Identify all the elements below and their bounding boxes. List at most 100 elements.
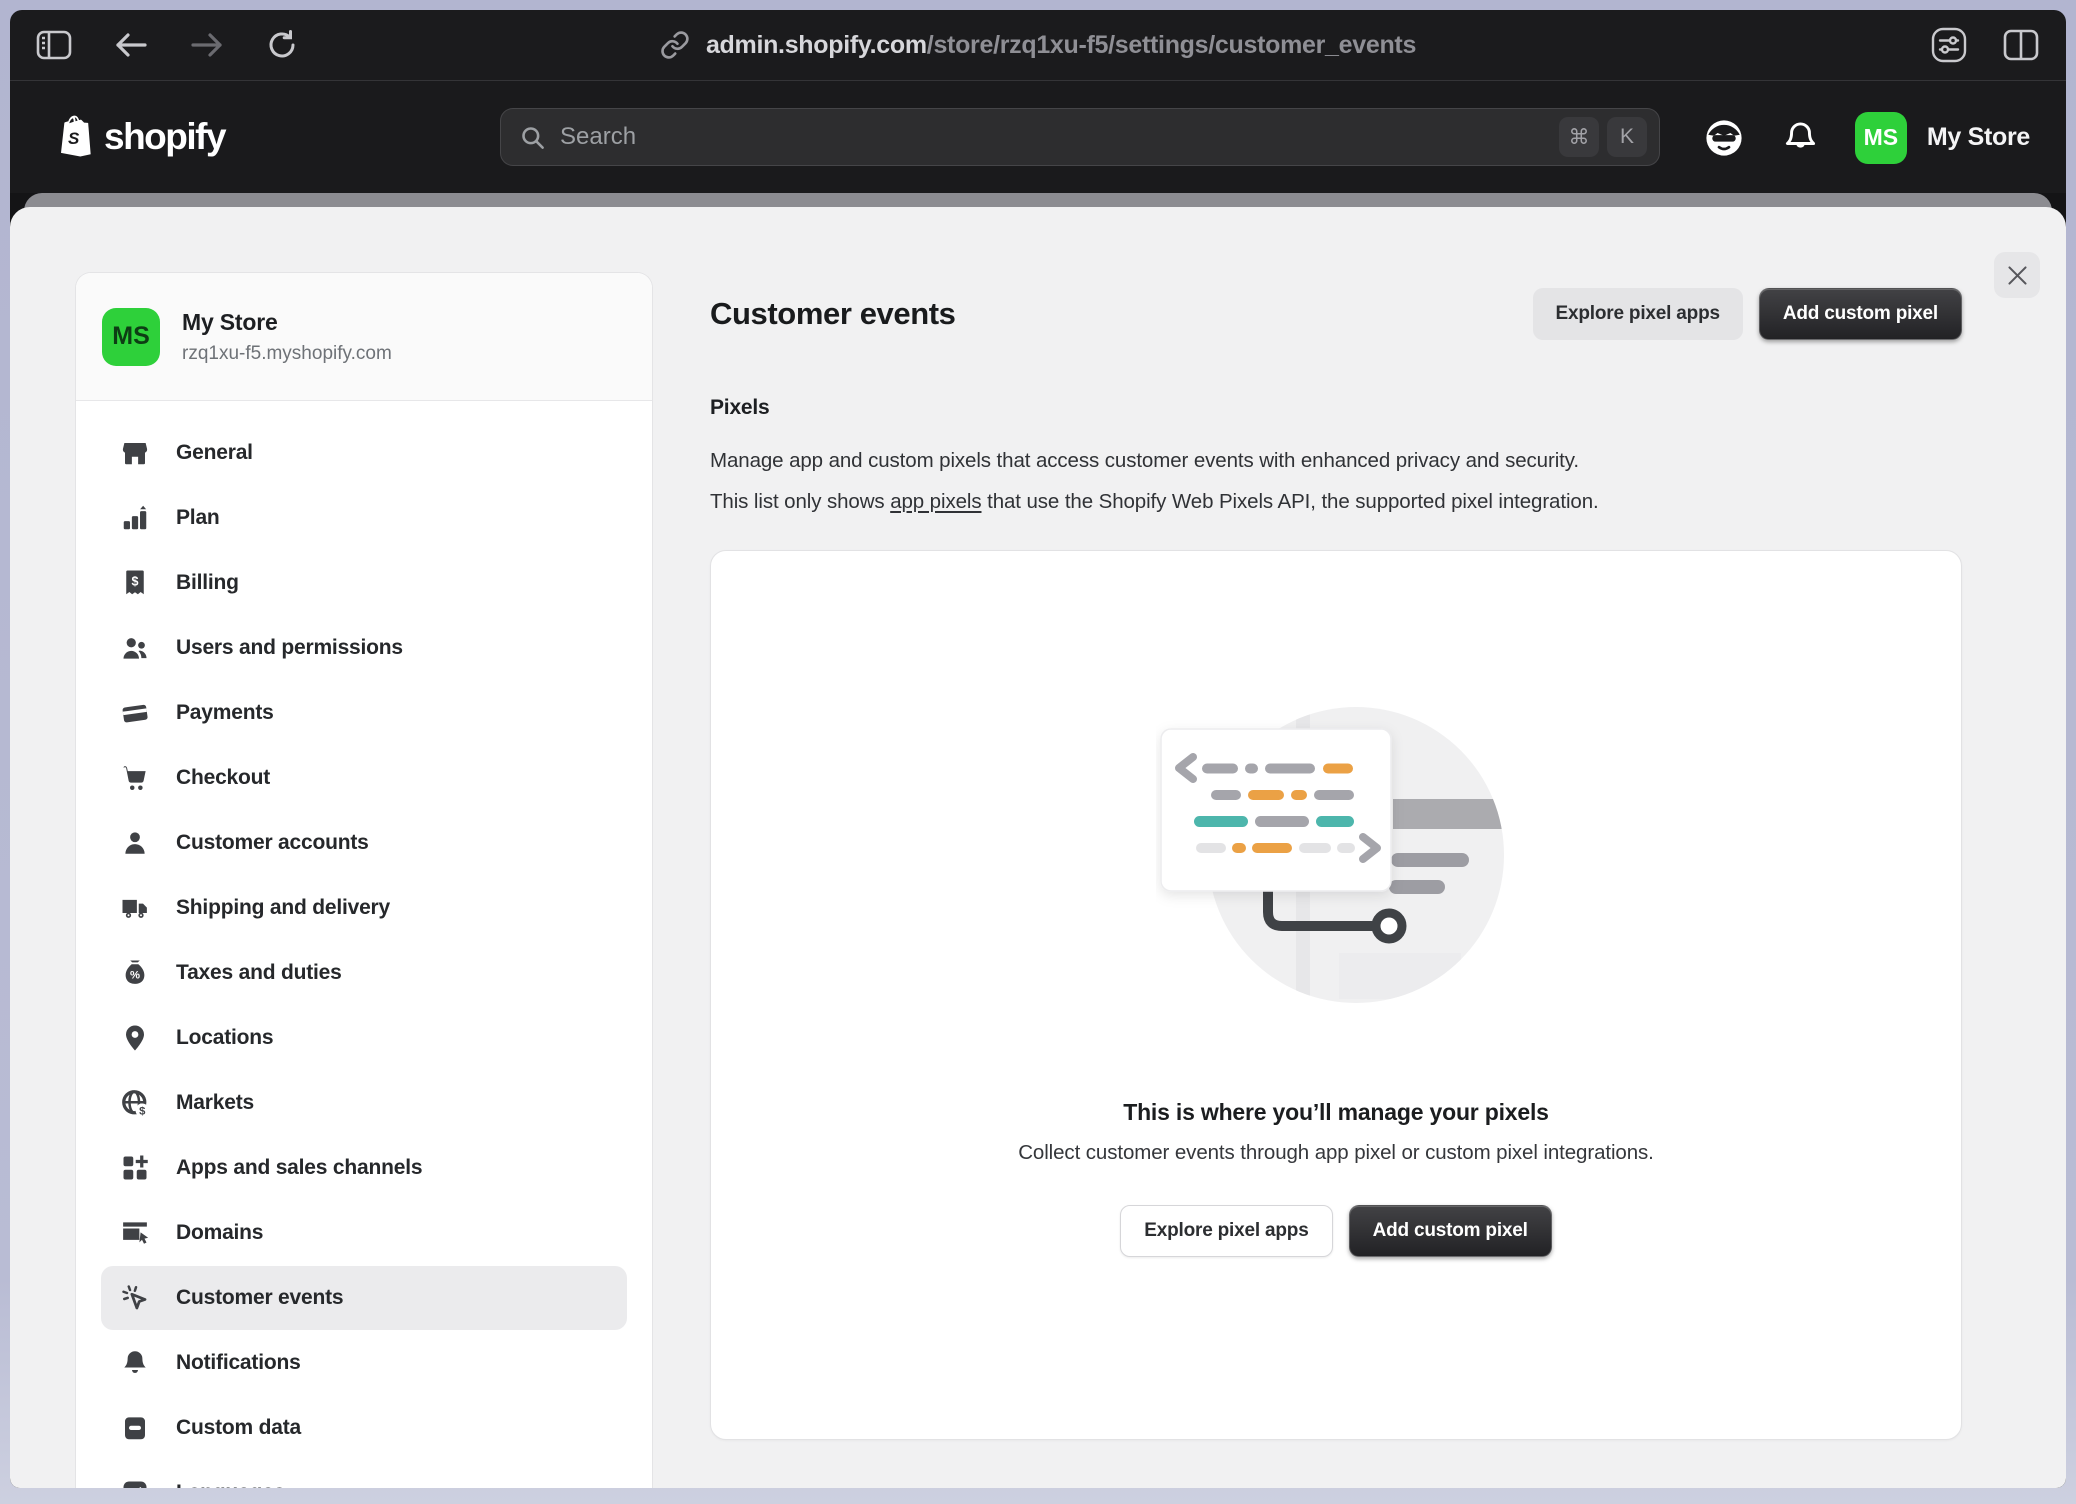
add-custom-pixel-button[interactable]: Add custom pixel bbox=[1759, 288, 1962, 340]
sidebar-store-name: My Store bbox=[182, 309, 392, 336]
store-icon bbox=[120, 438, 150, 468]
custom-data-icon bbox=[120, 1413, 150, 1443]
apps-icon bbox=[120, 1153, 150, 1183]
sidebar-item-locations[interactable]: Locations bbox=[101, 1006, 627, 1070]
description-line1: Manage app and custom pixels that access… bbox=[710, 449, 1579, 472]
shipping-icon bbox=[120, 893, 150, 923]
url-bar[interactable]: admin.shopify.com/store/rzq1xu-f5/settin… bbox=[660, 10, 1416, 80]
sidebar-item-users-and-permissions[interactable]: Users and permissions bbox=[101, 616, 627, 680]
search-placeholder: Search bbox=[560, 123, 1551, 151]
browser-toolbar: admin.shopify.com/store/rzq1xu-f5/settin… bbox=[10, 10, 2066, 80]
sidebar-item-label: Custom data bbox=[176, 1416, 301, 1440]
sidebar-item-label: Payments bbox=[176, 701, 274, 725]
sidebar-item-checkout[interactable]: Checkout bbox=[101, 746, 627, 810]
url-host: admin.shopify.com bbox=[706, 31, 927, 59]
settings-modal: MS My Store rzq1xu-f5.myshopify.com Gene… bbox=[10, 207, 2066, 1488]
url-text: admin.shopify.com/store/rzq1xu-f5/settin… bbox=[706, 31, 1416, 60]
sidebar-store-header: MS My Store rzq1xu-f5.myshopify.com bbox=[76, 273, 652, 401]
customer-events-icon bbox=[120, 1283, 150, 1313]
app-pixels-link[interactable]: app pixels bbox=[890, 490, 981, 513]
admin-top-bar: S shopify Search ⌘ K bbox=[10, 80, 2066, 193]
link-icon bbox=[660, 30, 690, 60]
sidebar-item-label: Customer events bbox=[176, 1286, 343, 1310]
sidebar-item-label: Taxes and duties bbox=[176, 961, 342, 985]
notifications-bell-icon[interactable] bbox=[1782, 119, 1819, 156]
sidebar-item-label: Checkout bbox=[176, 766, 270, 790]
back-icon[interactable] bbox=[114, 31, 148, 59]
settings-sidebar: MS My Store rzq1xu-f5.myshopify.com Gene… bbox=[75, 272, 653, 1488]
sidebar-item-label: Apps and sales channels bbox=[176, 1156, 422, 1180]
sidebar-item-customer-accounts[interactable]: Customer accounts bbox=[101, 811, 627, 875]
users-icon bbox=[120, 633, 150, 663]
settings-nav: GeneralPlan$BillingUsers and permissions… bbox=[76, 401, 652, 1488]
settings-content: Customer events Explore pixel apps Add c… bbox=[710, 207, 2066, 1488]
sidebar-item-shipping-and-delivery[interactable]: Shipping and delivery bbox=[101, 876, 627, 940]
sidebar-toggle-icon[interactable] bbox=[36, 30, 72, 60]
sidebar-item-label: Billing bbox=[176, 571, 239, 595]
sidebar-item-customer-events[interactable]: Customer events bbox=[101, 1266, 627, 1330]
svg-text:%: % bbox=[130, 970, 140, 982]
sidebar-item-notifications[interactable]: Notifications bbox=[101, 1331, 627, 1395]
sidebar-store-domain: rzq1xu-f5.myshopify.com bbox=[182, 343, 392, 365]
sidebar-item-label: Languages bbox=[176, 1481, 285, 1488]
payments-icon bbox=[120, 698, 150, 728]
cmd-key-badge: ⌘ bbox=[1559, 117, 1599, 157]
sidebar-item-general[interactable]: General bbox=[101, 421, 627, 485]
sidebar-item-languages[interactable]: A Languages bbox=[101, 1461, 627, 1488]
taxes-icon: % bbox=[120, 958, 150, 988]
sidebar-item-billing[interactable]: $Billing bbox=[101, 551, 627, 615]
customer-accounts-icon bbox=[120, 828, 150, 858]
plan-icon bbox=[120, 503, 150, 533]
sidebar-item-apps-and-sales-channels[interactable]: Apps and sales channels bbox=[101, 1136, 627, 1200]
sidebar-item-label: Shipping and delivery bbox=[176, 896, 390, 920]
domains-icon bbox=[120, 1218, 150, 1248]
empty-state-heading: This is where you’ll manage your pixels bbox=[1123, 1099, 1549, 1126]
pixels-section-title: Pixels bbox=[710, 396, 1962, 420]
description-line2-post: that use the Shopify Web Pixels API, the… bbox=[982, 490, 1599, 513]
empty-state-subtext: Collect customer events through app pixe… bbox=[1018, 1141, 1654, 1165]
notifications-icon bbox=[120, 1348, 150, 1378]
search-input[interactable]: Search ⌘ K bbox=[500, 108, 1660, 166]
explore-pixel-apps-button-empty[interactable]: Explore pixel apps bbox=[1120, 1205, 1332, 1257]
sidebar-item-domains[interactable]: Domains bbox=[101, 1201, 627, 1265]
page-title: Customer events bbox=[710, 296, 956, 332]
sidebar-item-label: General bbox=[176, 441, 253, 465]
add-custom-pixel-button-empty[interactable]: Add custom pixel bbox=[1349, 1205, 1552, 1257]
description-line2-pre: This list only shows bbox=[710, 490, 890, 513]
explore-pixel-apps-button[interactable]: Explore pixel apps bbox=[1533, 288, 1743, 340]
header-store-name: My Store bbox=[1927, 123, 2030, 152]
search-icon bbox=[519, 124, 546, 151]
sidekick-face-icon[interactable] bbox=[1702, 116, 1746, 160]
markets-icon: $ bbox=[120, 1088, 150, 1118]
sidebar-item-markets[interactable]: $ Markets bbox=[101, 1071, 627, 1135]
modal-backdrop: MS My Store rzq1xu-f5.myshopify.com Gene… bbox=[10, 193, 2066, 1488]
svg-text:S: S bbox=[68, 129, 80, 148]
sidebar-item-taxes-and-duties[interactable]: % Taxes and duties bbox=[101, 941, 627, 1005]
sidebar-item-payments[interactable]: Payments bbox=[101, 681, 627, 745]
url-path: /store/rzq1xu-f5/settings/customer_event… bbox=[927, 31, 1416, 59]
svg-text:$: $ bbox=[139, 1105, 146, 1117]
sidebar-item-plan[interactable]: Plan bbox=[101, 486, 627, 550]
pixels-illustration bbox=[1156, 691, 1516, 1021]
sidebar-item-label: Locations bbox=[176, 1026, 273, 1050]
sidebar-item-label: Notifications bbox=[176, 1351, 301, 1375]
reload-icon[interactable] bbox=[266, 29, 298, 61]
locations-icon bbox=[120, 1023, 150, 1053]
sidebar-item-label: Domains bbox=[176, 1221, 263, 1245]
store-avatar[interactable]: MS bbox=[1855, 112, 1907, 164]
sidebar-item-custom-data[interactable]: Custom data bbox=[101, 1396, 627, 1460]
pixels-empty-state-card: This is where you’ll manage your pixels … bbox=[710, 550, 1962, 1440]
shopify-wordmark: shopify bbox=[104, 116, 225, 158]
sidebar-item-label: Users and permissions bbox=[176, 636, 403, 660]
k-key-badge: K bbox=[1607, 117, 1647, 157]
tune-icon[interactable] bbox=[1930, 26, 1968, 64]
sidebar-item-label: Customer accounts bbox=[176, 831, 369, 855]
languages-icon: A bbox=[120, 1478, 150, 1488]
shopify-logo: S shopify bbox=[54, 114, 225, 160]
svg-text:A: A bbox=[126, 1486, 136, 1488]
split-view-icon[interactable] bbox=[2002, 28, 2040, 62]
sidebar-item-label: Plan bbox=[176, 506, 220, 530]
shopify-bag-icon: S bbox=[54, 114, 94, 160]
forward-icon[interactable] bbox=[190, 31, 224, 59]
sidebar-item-label: Markets bbox=[176, 1091, 254, 1115]
